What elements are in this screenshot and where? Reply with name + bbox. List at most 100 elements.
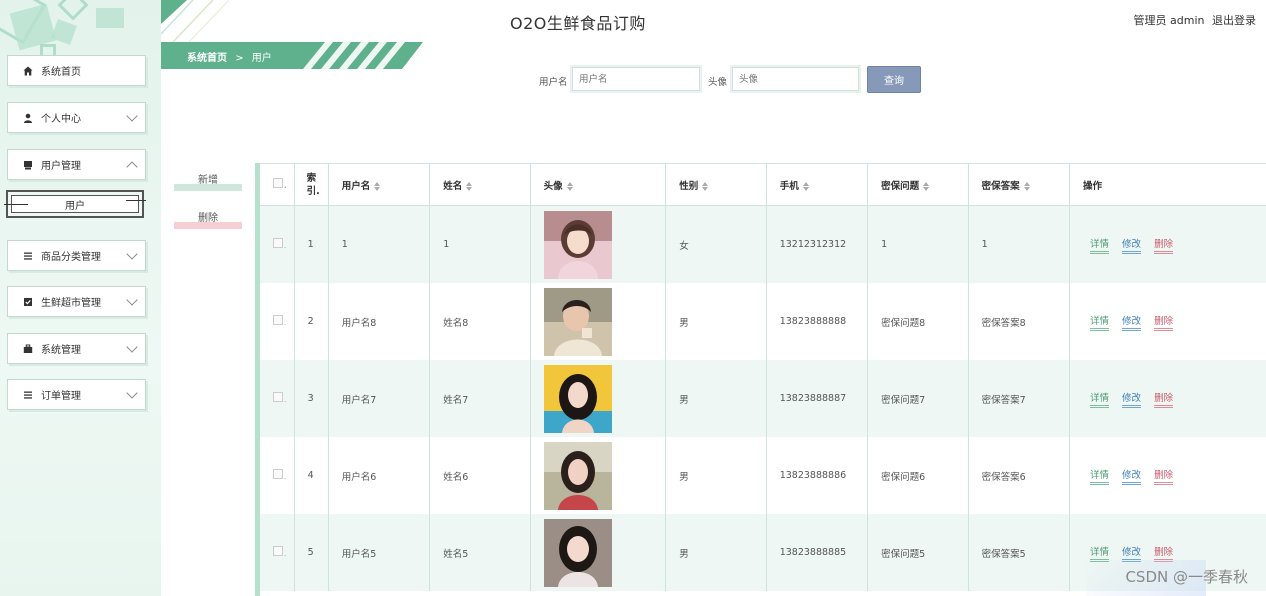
avatar-image [543, 364, 612, 433]
sort-icon[interactable] [802, 181, 809, 191]
edit-link[interactable]: 修改 [1122, 313, 1142, 331]
table-header-row: . 索引. 用户名 姓名 头像 性别 手机 密保问题 密保答案 操作 [260, 163, 1266, 206]
sidebar-subitem-user[interactable]: 用户 [4, 190, 146, 218]
breadcrumb-current: 用户 [251, 53, 272, 64]
cell-phone: 13823888886 [766, 437, 869, 514]
edit-link[interactable]: 修改 [1122, 467, 1142, 485]
remove-link[interactable]: 删除 [1154, 467, 1174, 485]
cell-username: 用户名7 [328, 360, 431, 437]
sidebar-item-market[interactable]: 生鲜超市管理 [7, 286, 146, 317]
cell-name: 姓名7 [429, 360, 531, 437]
table-row: . 1 1 1 女 13212312312 1 1 详情 修改 删除 [260, 205, 1266, 283]
cell-username: 1 [328, 205, 431, 283]
header-decoration [161, 0, 241, 42]
row-checkbox[interactable] [273, 238, 283, 248]
cell-question: 1 [867, 205, 969, 283]
header-avatar[interactable]: 头像 [530, 163, 667, 206]
cell-index: 5 [294, 514, 329, 591]
chevron-down-icon [126, 248, 138, 260]
sidebar-item-profile[interactable]: 个人中心 [7, 102, 146, 133]
chevron-up-icon [126, 161, 138, 173]
detail-link[interactable]: 详情 [1090, 467, 1110, 485]
edit-link[interactable]: 修改 [1122, 236, 1142, 254]
check-icon [23, 297, 33, 307]
sort-icon[interactable] [923, 181, 930, 191]
sidebar-item-home[interactable]: 系统首页 [7, 55, 146, 86]
cell-answer: 密保答案8 [968, 283, 1071, 360]
sort-icon[interactable] [466, 181, 473, 191]
user-table: . 索引. 用户名 姓名 头像 性别 手机 密保问题 密保答案 操作 . 1 1… [255, 163, 1266, 596]
add-button[interactable]: 新增 [174, 171, 242, 191]
decoration [96, 8, 124, 28]
chevron-down-icon [126, 110, 138, 122]
sidebar-item-label: 个人中心 [41, 114, 81, 125]
decoration [51, 19, 77, 45]
row-checkbox[interactable] [273, 469, 283, 479]
sidebar-subitem-label: 用户 [65, 200, 85, 212]
sort-icon[interactable] [1023, 181, 1030, 191]
sidebar-item-label: 生鲜超市管理 [41, 298, 101, 309]
detail-link[interactable]: 详情 [1090, 313, 1110, 331]
sort-icon[interactable] [566, 181, 573, 191]
detail-link[interactable]: 详情 [1090, 236, 1110, 254]
cell-index: 3 [294, 360, 329, 437]
cell-phone: 13823888888 [766, 283, 869, 360]
logout-link[interactable]: 退出登录 [1212, 14, 1256, 27]
header-index: 索引. [294, 163, 329, 206]
remove-link[interactable]: 删除 [1154, 390, 1174, 408]
header-ops: 操作 [1069, 163, 1266, 206]
sort-icon[interactable] [702, 181, 709, 191]
header-gender[interactable]: 性别 [665, 163, 767, 206]
cell-phone: 13212312312 [766, 205, 869, 283]
query-button[interactable]: 查询 [867, 66, 921, 93]
admin-label: 管理员 admin [1133, 14, 1205, 27]
breadcrumb-home[interactable]: 系统首页 [187, 53, 227, 64]
sidebar-item-orders[interactable]: 订单管理 [7, 379, 146, 410]
edit-link[interactable]: 修改 [1122, 390, 1142, 408]
username-search-input[interactable] [570, 65, 702, 93]
table-row: . 2 用户名8 姓名8 男 13823888888 密保问题8 密保答案8 详… [260, 283, 1266, 360]
breadcrumb-stripes [303, 42, 405, 69]
cell-phone: 13823888885 [766, 514, 869, 591]
header-username[interactable]: 用户名 [328, 163, 431, 206]
app-title: O2O生鲜食品订购 [510, 14, 646, 33]
detail-link[interactable]: 详情 [1090, 390, 1110, 408]
cell-index: 1 [294, 205, 329, 283]
avatar-search-label: 头像 [708, 77, 728, 88]
briefcase-icon [23, 344, 33, 354]
cell-username: 用户名5 [328, 514, 431, 591]
header-answer[interactable]: 密保答案 [968, 163, 1071, 206]
cell-question: 密保问题6 [867, 437, 969, 514]
row-checkbox[interactable] [273, 392, 283, 402]
header-phone[interactable]: 手机 [766, 163, 869, 206]
decoration [57, 0, 89, 21]
sort-icon[interactable] [374, 181, 381, 191]
sidebar-item-label: 用户管理 [41, 161, 81, 172]
sidebar-item-user-manage[interactable]: 用户管理 [7, 149, 146, 180]
cell-name: 姓名8 [429, 283, 531, 360]
detail-link[interactable]: 详情 [1090, 544, 1110, 562]
edit-link[interactable]: 修改 [1122, 544, 1142, 562]
cell-gender: 男 [665, 360, 767, 437]
row-checkbox[interactable] [273, 315, 283, 325]
remove-link[interactable]: 删除 [1154, 236, 1174, 254]
remove-link[interactable]: 删除 [1154, 313, 1174, 331]
header-question[interactable]: 密保问题 [867, 163, 969, 206]
avatar-search-input[interactable] [730, 65, 861, 93]
select-all-checkbox[interactable] [273, 178, 283, 188]
cell-answer: 1 [968, 205, 1071, 283]
cell-name: 1 [429, 205, 531, 283]
sidebar-item-system[interactable]: 系统管理 [7, 333, 146, 364]
delete-button[interactable]: 删除 [174, 209, 242, 229]
remove-link[interactable]: 删除 [1154, 544, 1174, 562]
cell-gender: 男 [665, 283, 767, 360]
cell-gender: 男 [665, 514, 767, 591]
avatar-image [543, 441, 612, 510]
sidebar-item-category[interactable]: 商品分类管理 [7, 240, 146, 271]
row-checkbox[interactable] [273, 546, 283, 556]
cell-gender: 男 [665, 437, 767, 514]
select-all-cell[interactable]: . [260, 163, 295, 206]
user-manage-icon [23, 160, 33, 170]
header-name[interactable]: 姓名 [429, 163, 531, 206]
avatar-image [543, 210, 612, 279]
